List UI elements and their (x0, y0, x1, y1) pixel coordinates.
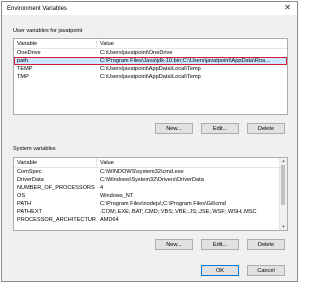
ok-button[interactable]: OK (201, 265, 239, 276)
user-variables-header: Variable Value (14, 39, 287, 49)
list-item[interactable]: NUMBER_OF_PROCESSORS 4 (14, 184, 287, 192)
system-variables-list[interactable]: Variable Value ComSpec C:\WINDOWS\system… (13, 157, 288, 231)
close-icon[interactable]: ✕ (284, 3, 291, 13)
variable-name: PATHEXT (17, 209, 42, 215)
user-variables-list[interactable]: Variable Value OneDrive C:\Users\javatpo… (13, 38, 288, 115)
list-item[interactable]: OneDrive C:\Users\javatpoint\OneDrive (14, 49, 287, 57)
variable-name: path (17, 58, 28, 64)
variable-value: Windows_NT (100, 193, 134, 199)
variable-value: C:\Users\javatpoint\OneDrive (100, 50, 173, 56)
variable-value: AMD64 (100, 217, 119, 223)
user-variables-label: User variables for javatpoint (13, 28, 83, 34)
list-item[interactable]: DriverData C:\Windows\System32\Drivers\D… (14, 176, 287, 184)
value-column-header[interactable]: Value (100, 41, 287, 47)
scroll-up-icon[interactable]: ▲ (280, 158, 287, 164)
scroll-down-icon[interactable]: ▼ (280, 224, 287, 230)
variable-column-header[interactable]: Variable (14, 160, 96, 166)
variable-name: PROCESSOR_ARCHITECTURE (17, 217, 96, 223)
variable-name: OneDrive (17, 50, 41, 56)
variable-value: 4 (100, 185, 104, 191)
variable-value: C:\WINDOWS\system32\cmd.exe (100, 169, 184, 175)
user-edit-button[interactable]: Edit... (201, 123, 239, 134)
variable-name: ComSpec (17, 169, 42, 175)
system-variables-scrollbar[interactable]: ▲ ▼ (279, 158, 287, 230)
title-bar: Environment Variables ✕ (2, 2, 297, 15)
variable-value: C:\Users\javatpoint\AppData\Local\Temp (100, 74, 201, 80)
variable-value: C:\Users\javatpoint\AppData\Local\Temp (100, 66, 201, 72)
list-item[interactable]: PATHEXT .COM;.EXE;.BAT;.CMD;.VBS;.VBE;.J… (14, 208, 287, 216)
variable-value: .COM;.EXE;.BAT;.CMD;.VBS;.VBE;.JS;.JSE;.… (100, 209, 257, 215)
list-item[interactable]: OS Windows_NT (14, 192, 287, 200)
list-item[interactable]: TEMP C:\Users\javatpoint\AppData\Local\T… (14, 65, 287, 73)
system-variables-header: Variable Value (14, 158, 287, 168)
window-title: Environment Variables (7, 5, 67, 12)
value-column-header[interactable]: Value (100, 160, 287, 166)
variable-value: C:\Program Files\nodejs\;C:\Program File… (100, 201, 226, 207)
user-delete-button[interactable]: Delete (247, 123, 285, 134)
variable-column-header[interactable]: Variable (14, 41, 96, 47)
list-item[interactable]: TMP C:\Users\javatpoint\AppData\Local\Te… (14, 73, 287, 81)
variable-value: C:\Program Files\Java\jdk-10.bin;C:\User… (100, 58, 270, 64)
list-item[interactable]: PROCESSOR_ARCHITECTURE AMD64 (14, 216, 287, 224)
list-item[interactable]: PATH C:\Program Files\nodejs\;C:\Program… (14, 200, 287, 208)
variable-value: C:\Windows\System32\Drivers\DriverData (100, 177, 204, 183)
variable-name: TEMP (17, 66, 33, 72)
list-item[interactable]: ComSpec C:\WINDOWS\system32\cmd.exe (14, 168, 287, 176)
variable-name: PATH (17, 201, 32, 207)
scroll-thumb[interactable] (281, 165, 285, 205)
variable-name: DriverData (17, 177, 44, 183)
list-item-selected[interactable]: path C:\Program Files\Java\jdk-10.bin;C:… (14, 57, 287, 65)
variable-name: TMP (17, 74, 29, 80)
cancel-button[interactable]: Cancel (247, 265, 285, 276)
system-edit-button[interactable]: Edit... (201, 239, 239, 250)
system-new-button[interactable]: New... (155, 239, 193, 250)
user-new-button[interactable]: New... (155, 123, 193, 134)
system-delete-button[interactable]: Delete (247, 239, 285, 250)
system-variables-label: System variables (13, 146, 56, 152)
variable-name: OS (17, 193, 26, 199)
variable-name: NUMBER_OF_PROCESSORS (17, 185, 95, 191)
environment-variables-window: Environment Variables ✕ User variables f… (1, 1, 298, 282)
